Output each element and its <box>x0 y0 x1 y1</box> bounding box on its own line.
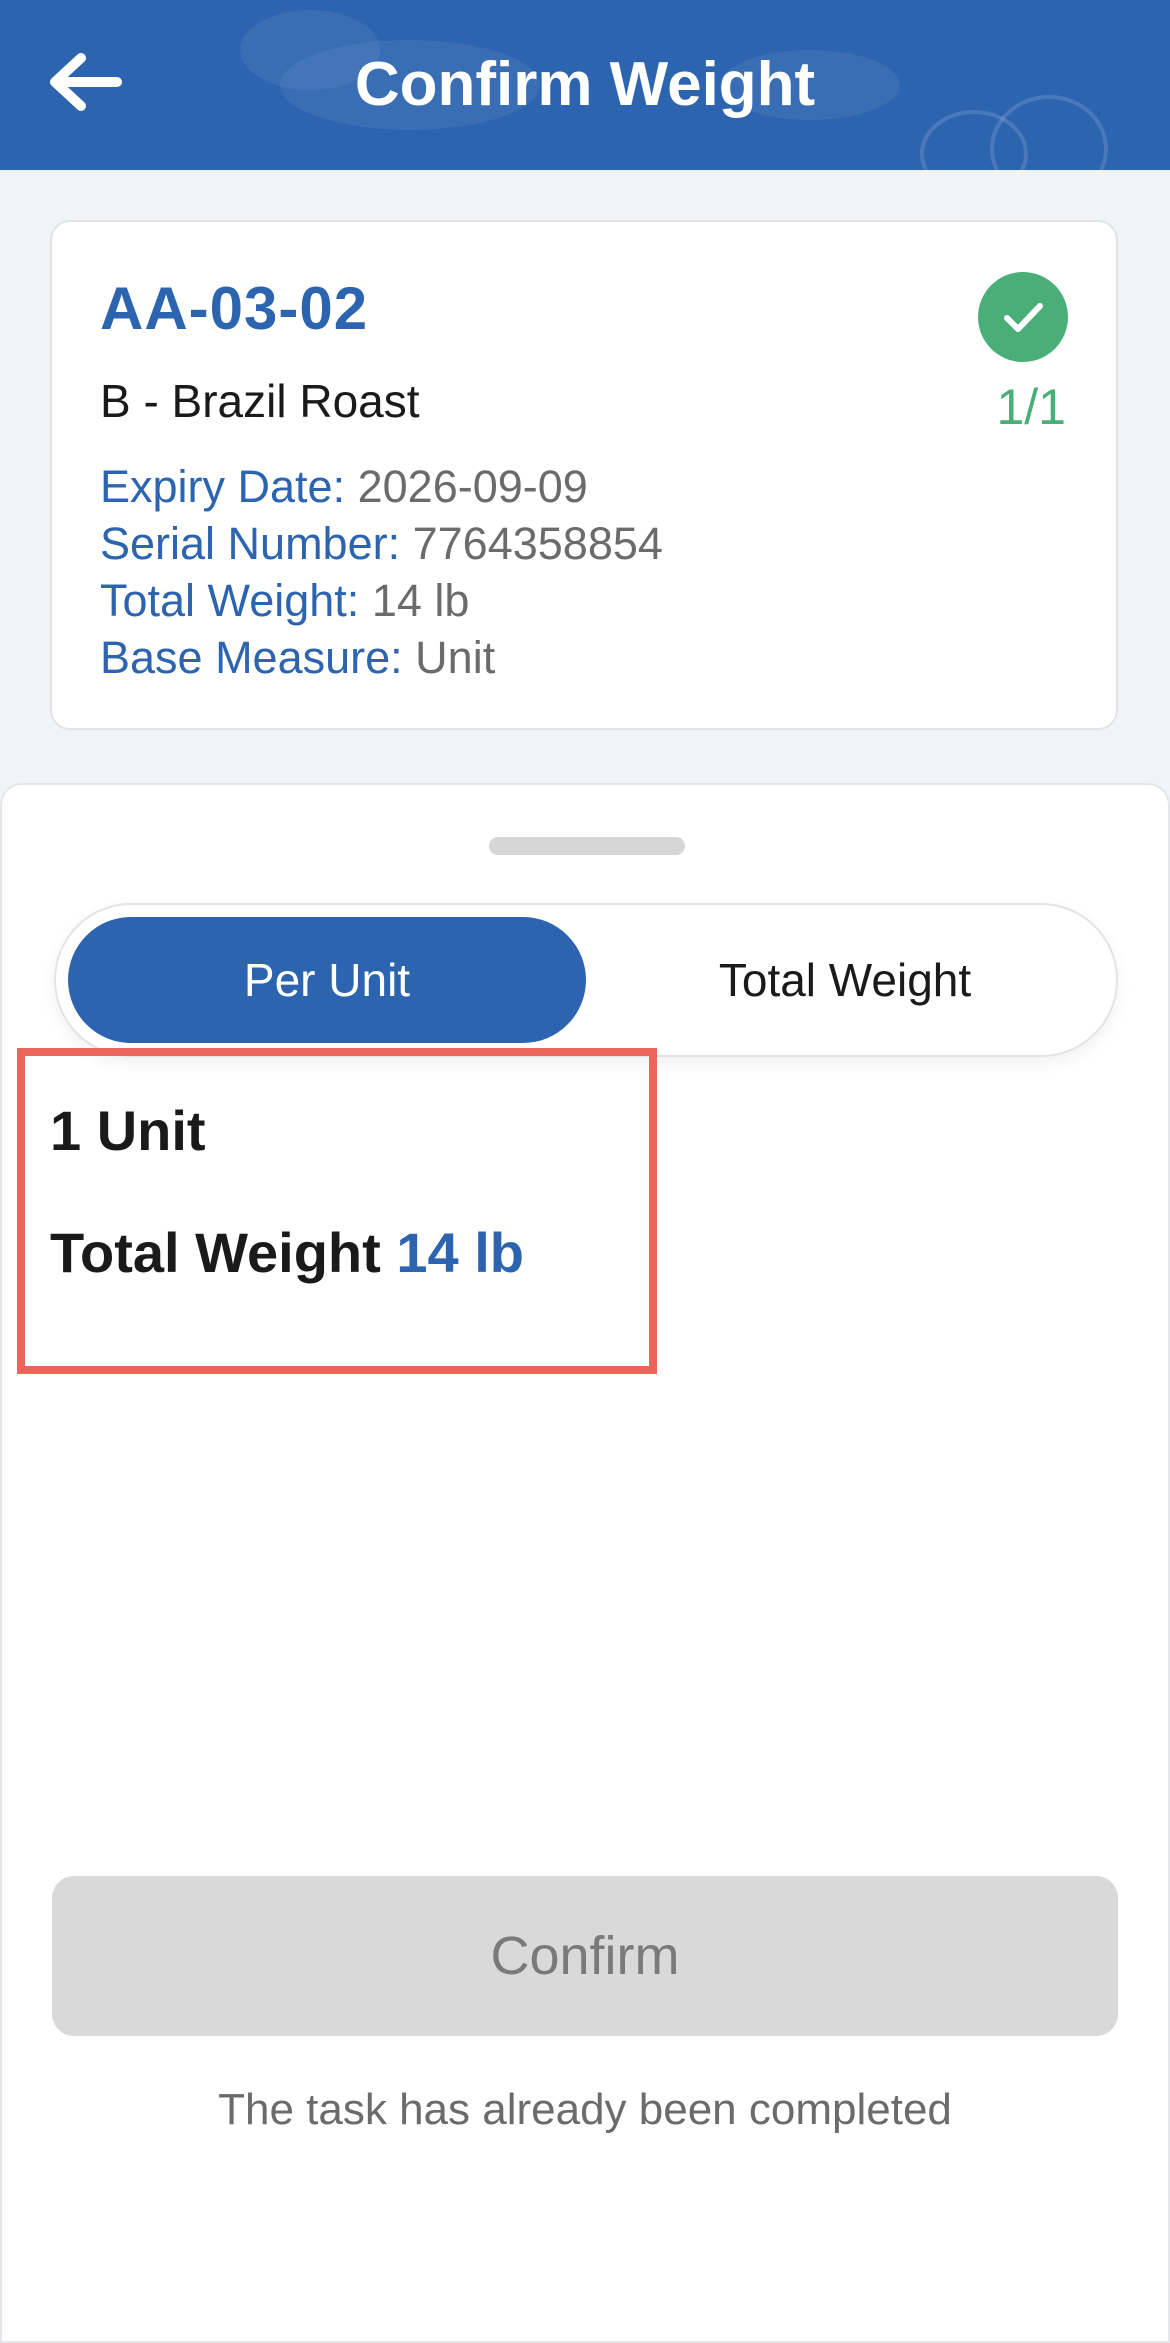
toggle-per-unit[interactable]: Per Unit <box>68 917 586 1043</box>
item-details: Expiry Date: 2026-09-09 Serial Number: 7… <box>100 458 663 686</box>
app-bar: Confirm Weight <box>0 0 1170 170</box>
detail-label: Expiry Date: <box>100 461 346 512</box>
detail-total-weight: Total Weight: 14 lb <box>100 572 663 629</box>
detail-value: 2026-09-09 <box>357 461 588 512</box>
total-weight-label: Total Weight <box>50 1221 381 1284</box>
highlight-box <box>17 1048 657 1374</box>
detail-expiry-date: Expiry Date: 2026-09-09 <box>100 458 663 515</box>
total-weight-summary: Total Weight 14 lb <box>50 1220 524 1285</box>
progress-count: 1/1 <box>996 379 1066 435</box>
item-card: AA-03-02 B - Brazil Roast 1/1 Expiry Dat… <box>50 220 1118 730</box>
confirm-button[interactable]: Confirm <box>52 1876 1118 2036</box>
arrow-left-icon <box>50 53 122 111</box>
detail-label: Serial Number: <box>100 518 401 569</box>
toggle-total-weight[interactable]: Total Weight <box>586 917 1104 1043</box>
drag-handle[interactable] <box>489 837 685 855</box>
detail-base-measure: Base Measure: Unit <box>100 629 663 686</box>
cloud-decoration <box>280 40 540 130</box>
location-code: AA-03-02 <box>100 275 369 342</box>
detail-label: Base Measure: <box>100 632 403 683</box>
detail-value: 14 lb <box>371 575 470 626</box>
status-message: The task has already been completed <box>218 2085 952 2134</box>
detail-serial-number: Serial Number: 7764358854 <box>100 515 663 572</box>
detail-value: Unit <box>415 632 496 683</box>
detail-label: Total Weight: <box>100 575 360 626</box>
product-name: B - Brazil Roast <box>100 375 420 427</box>
cloud-decoration <box>720 50 900 120</box>
detail-value: 7764358854 <box>412 518 663 569</box>
back-button[interactable] <box>40 42 130 122</box>
mode-toggle: Per Unit Total Weight <box>54 903 1118 1057</box>
total-weight-value: 14 lb <box>396 1221 524 1284</box>
check-circle-icon <box>978 272 1068 362</box>
unit-count: 1 Unit <box>50 1099 206 1162</box>
cloud-decoration <box>990 95 1108 170</box>
